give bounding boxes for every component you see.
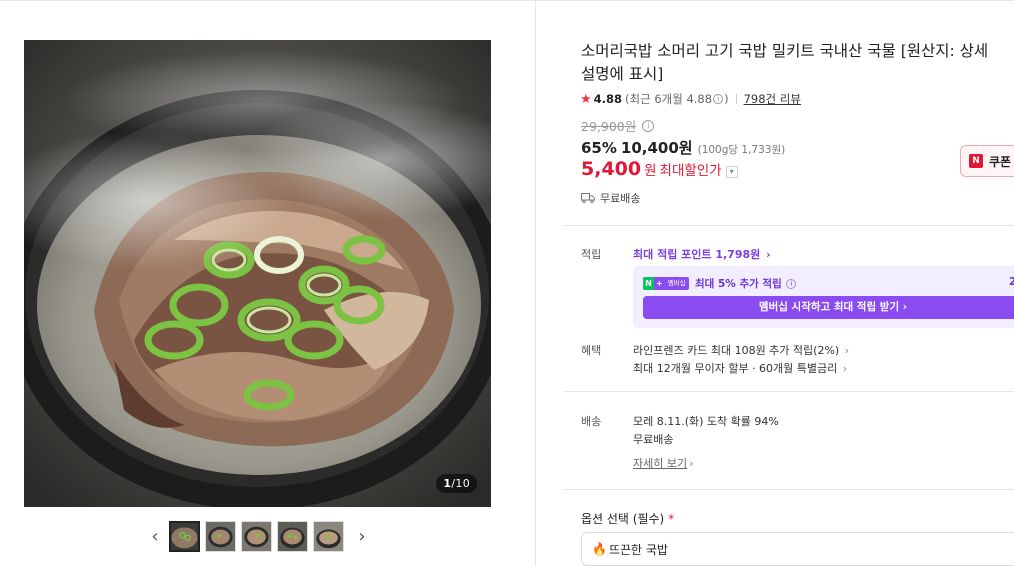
divider xyxy=(563,225,1014,226)
max-discount-unit: 원 xyxy=(644,163,657,179)
column-divider xyxy=(535,0,536,566)
installment-benefit-link[interactable]: 최대 12개월 무이자 할부 · 60개월 특별금리 › xyxy=(633,360,847,376)
divider xyxy=(563,391,1014,392)
naver-n-icon: N xyxy=(969,154,983,168)
card-benefit-link[interactable]: 라인프렌즈 카드 최대 108원 추가 적립(2%) › xyxy=(633,342,849,358)
thumbnail-4[interactable] xyxy=(277,520,308,552)
chevron-right-icon[interactable]: › xyxy=(355,521,369,552)
sale-price: 10,400원 xyxy=(620,139,693,157)
original-price-row: 29,900원 i xyxy=(581,116,655,135)
points-label: 적립 xyxy=(581,248,602,261)
rating-row: ★ 4.88 (최근 6개월 4.88 i ) 798건 리뷰 xyxy=(580,91,801,107)
benefits-label: 혜택 xyxy=(581,344,602,357)
thumbnail-1[interactable] xyxy=(169,520,200,552)
review-count-link[interactable]: 798건 리뷰 xyxy=(744,91,801,107)
info-icon[interactable]: i xyxy=(642,119,655,132)
info-icon[interactable]: i xyxy=(786,279,797,289)
max-discount-row[interactable]: 5,400 원 최대할인가 ▾ xyxy=(581,158,738,180)
shipping-row: 무료배송 xyxy=(581,190,640,206)
divider xyxy=(563,489,1014,490)
recent-rating-close: ) xyxy=(724,92,729,106)
delivery-label: 배송 xyxy=(581,415,602,428)
shipping-text: 무료배송 xyxy=(600,192,641,205)
sale-price-row: 65% 10,400원 (100g당 1,733원) xyxy=(581,137,785,158)
main-product-image[interactable]: 1/10 xyxy=(24,40,491,507)
max-discount-price: 5,400 xyxy=(581,158,642,180)
delivery-eta: 모레 8.11.(화) 도착 확률 94% xyxy=(633,415,779,428)
gukbap-bowl-image xyxy=(24,40,491,507)
naver-plus-membership-badge: N + 멤버십 xyxy=(643,277,689,290)
product-page: 1/10 ‹ › 소머리국밥 소머리 고기 국밥 밀키트 국내산 국물 [원산지… xyxy=(0,0,1014,566)
max-discount-label: 최대할인가 xyxy=(659,163,722,179)
product-title: 소머리국밥 소머리 고기 국밥 밀키트 국내산 국물 [원산지: 상세설명에 표… xyxy=(581,42,989,83)
chevron-down-icon[interactable]: ▾ xyxy=(725,166,738,178)
thumbnail-3[interactable] xyxy=(241,520,272,552)
star-icon: ★ xyxy=(580,91,592,107)
thumbnail-2[interactable] xyxy=(205,520,236,552)
chevron-left-icon[interactable]: ‹ xyxy=(148,521,162,552)
max-points-link[interactable]: 최대 적립 포인트 1,798원 › xyxy=(633,246,771,262)
coupon-label: 쿠폰 xyxy=(989,154,1012,169)
option-label: 옵션 선택 (필수) * xyxy=(581,512,675,526)
membership-points-box: N + 멤버십 최대 5% 추가 적립 i 2 멤버십 시작하고 최대 적립 받… xyxy=(633,266,1014,328)
recent-rating: (최근 6개월 4.88 xyxy=(625,92,713,106)
option-select[interactable]: 🔥 뜨끈한 국밥 xyxy=(581,532,1014,566)
rating-value: 4.88 xyxy=(593,92,623,106)
top-divider xyxy=(0,0,1014,1)
unit-price: (100g당 1,733원) xyxy=(697,144,786,156)
image-counter: 1/10 xyxy=(436,474,477,493)
extra-points-text: 최대 5% 추가 적립 i xyxy=(695,276,797,291)
fire-icon: 🔥 xyxy=(592,542,607,556)
thumbnail-5[interactable] xyxy=(313,520,344,552)
option-selected-value: 뜨끈한 국밥 xyxy=(608,542,668,557)
discount-rate: 65% xyxy=(581,139,617,157)
start-membership-button[interactable]: 멤버십 시작하고 최대 적립 받기 › xyxy=(643,296,1014,319)
coupon-button[interactable]: N 쿠폰 xyxy=(960,145,1014,177)
extra-points-value: 2 xyxy=(1009,276,1014,288)
delivery-detail-link[interactable]: 자세히 보기 › xyxy=(633,455,694,471)
truck-icon xyxy=(581,193,595,203)
delivery-fee: 무료배송 xyxy=(633,433,674,446)
info-icon[interactable]: i xyxy=(713,94,724,104)
separator xyxy=(735,94,737,104)
original-price: 29,900원 xyxy=(581,119,637,134)
thumbnail-strip: ‹ › xyxy=(148,519,369,553)
